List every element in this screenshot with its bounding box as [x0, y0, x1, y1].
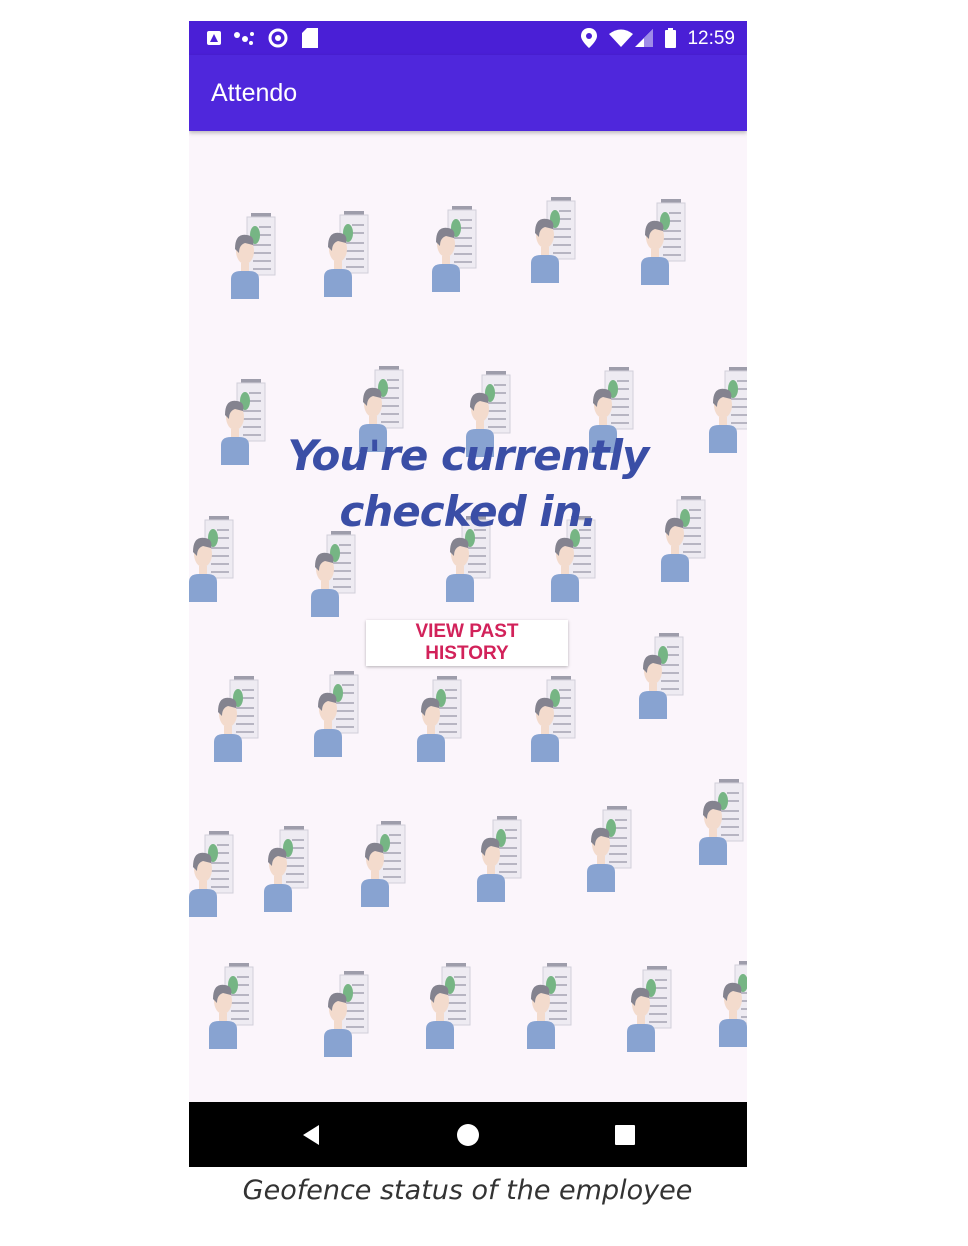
network-sharing-icon: [233, 21, 255, 55]
employee-checklist-icon: [221, 379, 267, 465]
employee-checklist-icon: [587, 806, 633, 892]
main-content: You're currently checked in. VIEW PAST H…: [189, 131, 747, 1102]
sync-icon: [268, 21, 288, 55]
view-past-history-button[interactable]: VIEW PAST HISTORY: [366, 620, 568, 666]
employee-checklist-icon: [314, 671, 360, 757]
employee-checklist-icon: [641, 199, 687, 285]
navigation-bar: [189, 1102, 747, 1167]
clock: 12:59: [687, 28, 735, 49]
employee-checklist-icon: [214, 676, 260, 762]
figure-caption: Geofence status of the employee: [242, 1175, 693, 1206]
cellular-signal-icon: [635, 21, 653, 55]
employee-checklist-icon: [189, 516, 235, 602]
app-title: Attendo: [211, 79, 298, 107]
employee-checklist-icon: [699, 779, 745, 865]
employee-checklist-icon: [531, 197, 577, 283]
battery-icon: [665, 21, 676, 55]
employee-checklist-icon: [324, 971, 370, 1057]
phone-screen: 12:59 Attendo You're currently checked i…: [189, 21, 747, 1167]
recents-icon[interactable]: [610, 1120, 640, 1150]
sd-card-icon: [302, 21, 318, 55]
employee-checklist-icon: [432, 206, 478, 292]
employee-checklist-icon: [231, 213, 277, 299]
employee-checklist-icon: [324, 211, 370, 297]
employee-checklist-icon: [209, 963, 255, 1049]
employee-checklist-icon: [264, 826, 310, 912]
employee-checklist-icon: [527, 963, 573, 1049]
employee-checklist-icon: [417, 676, 463, 762]
employee-checklist-icon: [709, 367, 747, 453]
employee-checklist-icon: [477, 816, 523, 902]
employee-checklist-icon: [426, 963, 472, 1049]
status-bar: 12:59: [189, 21, 747, 55]
app-bar: Attendo: [189, 55, 747, 131]
app-notification-icon: [207, 21, 221, 55]
wifi-icon: [609, 21, 633, 55]
employee-checklist-icon: [627, 966, 673, 1052]
location-icon: [581, 21, 597, 55]
employee-checklist-icon: [719, 961, 747, 1047]
employee-checklist-icon: [189, 831, 235, 917]
employee-checklist-icon: [311, 531, 357, 617]
employee-checklist-icon: [531, 676, 577, 762]
employee-checklist-icon: [639, 633, 685, 719]
checkin-status-message: You're currently checked in.: [287, 431, 650, 536]
home-icon[interactable]: [453, 1120, 483, 1150]
back-icon[interactable]: [297, 1120, 327, 1150]
employee-checklist-icon: [361, 821, 407, 907]
